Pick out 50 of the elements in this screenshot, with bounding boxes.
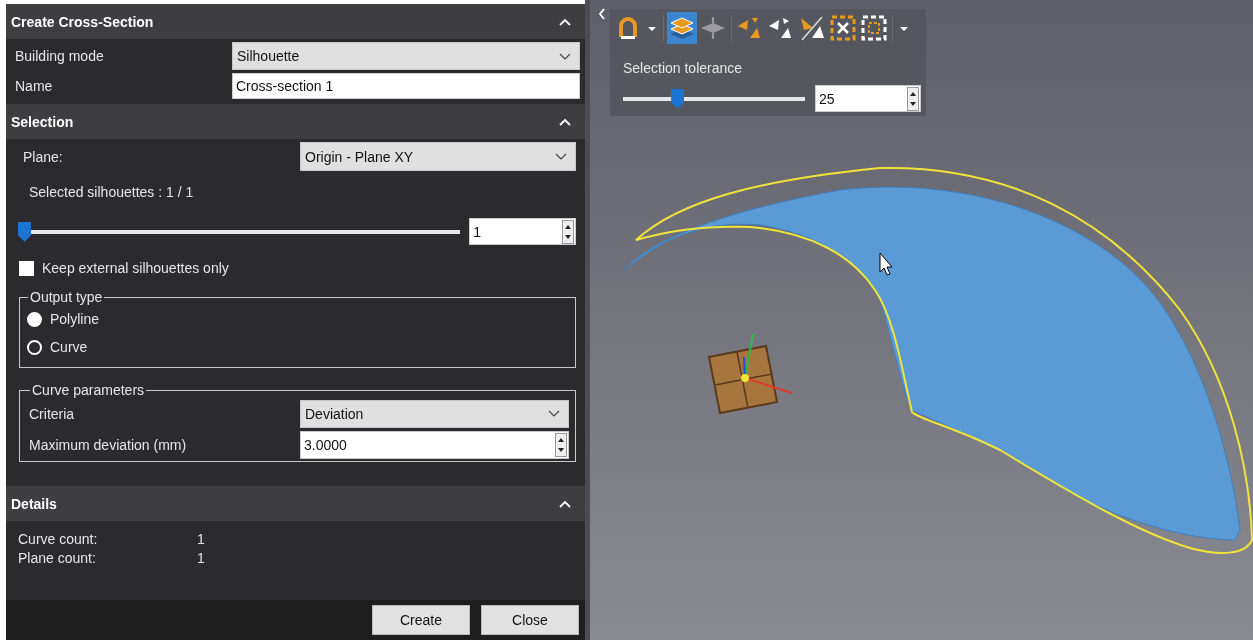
section-title: Details <box>11 495 57 512</box>
radio-button[interactable] <box>27 311 42 327</box>
detail-label: Curve count: <box>18 531 99 547</box>
cursor-icon <box>879 252 893 276</box>
chevron-down-icon <box>555 153 567 160</box>
radio-button[interactable] <box>27 339 42 355</box>
group-legend: Curve parameters <box>30 382 147 398</box>
spin-arrows-icon[interactable] <box>907 86 919 111</box>
section-header[interactable]: Details <box>6 486 585 521</box>
criteria-dropdown[interactable]: Deviation <box>300 399 569 428</box>
selected-silhouettes-text: Selected silhouettes : 1 / 1 <box>29 184 195 202</box>
chevron-down-icon <box>559 52 571 60</box>
tolerance-slider[interactable] <box>623 87 805 110</box>
section-title: Create Cross-Section <box>11 13 154 30</box>
detail-value: 1 <box>197 531 205 547</box>
checkbox-label: Keep external silhouettes only <box>42 260 229 276</box>
deviation-spinbox[interactable]: 3.0000 <box>300 430 569 459</box>
slider-thumb[interactable] <box>18 221 31 242</box>
collapse-icon[interactable] <box>559 499 571 508</box>
detail-label: Plane count: <box>18 550 97 566</box>
slider-label: Selection tolerance <box>623 60 744 76</box>
field-label: Building mode <box>15 48 104 64</box>
group-legend: Output type <box>28 289 105 305</box>
name-field[interactable]: Cross-section 1 <box>232 73 580 99</box>
section-header[interactable]: Create Cross-Section <box>6 4 585 39</box>
field-label: Name <box>15 78 53 94</box>
plane-dropdown[interactable]: Origin - Plane XY <box>300 142 576 171</box>
silhouette-slider[interactable] <box>19 220 461 243</box>
spin-arrows-icon[interactable] <box>562 219 574 244</box>
detail-value: 1 <box>197 550 205 566</box>
create-button[interactable]: Create <box>372 605 470 635</box>
close-button[interactable]: Close <box>481 605 579 635</box>
tolerance-spinbox[interactable]: 25 <box>815 85 921 112</box>
section-title: Selection <box>11 113 74 130</box>
silhouette-spinbox[interactable]: 1 <box>469 218 576 245</box>
collapse-toolbar-icon[interactable] <box>598 8 606 20</box>
collapse-icon[interactable] <box>559 17 571 26</box>
radio-label: Curve <box>50 339 88 355</box>
checkbox[interactable] <box>19 260 34 276</box>
field-label: Criteria <box>29 405 75 422</box>
section-header[interactable]: Selection <box>6 104 585 139</box>
field-label: Maximum deviation (mm) <box>29 436 187 453</box>
chevron-down-icon <box>548 410 560 417</box>
spin-arrows-icon[interactable] <box>555 432 567 457</box>
building-mode-dropdown[interactable]: Silhouette <box>232 42 580 70</box>
field-label: Plane: <box>23 148 63 165</box>
radio-label: Polyline <box>50 311 100 327</box>
slider-thumb[interactable] <box>671 88 685 109</box>
collapse-icon[interactable] <box>559 117 571 126</box>
layers-icon[interactable] <box>667 12 697 44</box>
